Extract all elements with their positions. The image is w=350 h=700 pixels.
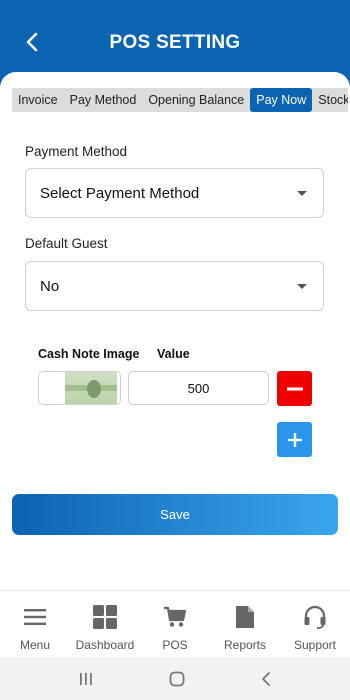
default-guest-value: No	[40, 277, 60, 295]
nav-menu[interactable]: Menu	[0, 591, 70, 657]
tab-stock-in[interactable]: Stock In	[312, 88, 348, 112]
remove-row-button[interactable]	[277, 371, 312, 406]
home-icon[interactable]	[169, 671, 185, 687]
tab-pay-method[interactable]: Pay Method	[64, 88, 143, 112]
nav-reports-label: Reports	[223, 638, 267, 652]
cash-note-image-header: Cash Note Image	[38, 347, 140, 361]
nav-menu-label: Menu	[19, 638, 51, 652]
nav-support[interactable]: Support	[280, 591, 350, 657]
nav-reports[interactable]: Reports	[210, 591, 280, 657]
save-button[interactable]: Save	[12, 494, 338, 535]
add-row-button[interactable]	[277, 422, 312, 457]
plus-icon	[287, 432, 302, 447]
nav-pos-label: POS	[162, 638, 188, 652]
value-header: Value	[157, 347, 190, 361]
dropdown-arrow-icon	[297, 284, 307, 289]
nav-dashboard-label: Dashboard	[75, 638, 135, 652]
currency-note-image	[65, 372, 117, 404]
default-guest-select[interactable]: No	[25, 261, 324, 311]
cash-note-image-picker[interactable]	[38, 371, 121, 405]
payment-method-label: Payment Method	[25, 144, 128, 159]
cart-icon	[164, 606, 187, 627]
bottom-nav: Menu Dashboard POS Reports Support	[0, 590, 350, 657]
minus-icon	[286, 387, 303, 390]
nav-pos[interactable]: POS	[140, 591, 210, 657]
headset-icon	[304, 605, 326, 629]
page-title: POS SETTING	[109, 32, 241, 53]
back-icon[interactable]	[260, 671, 272, 687]
nav-dashboard[interactable]: Dashboard	[70, 591, 140, 657]
tab-bar: Invoice Pay Method Opening Balance Pay N…	[12, 88, 348, 112]
nav-support-label: Support	[293, 638, 337, 652]
cash-note-value-input[interactable]: 500	[128, 371, 269, 405]
menu-icon	[24, 609, 46, 625]
tab-opening-balance[interactable]: Opening Balance	[142, 88, 250, 112]
recent-apps-icon[interactable]	[78, 672, 94, 686]
tab-pay-now[interactable]: Pay Now	[250, 88, 313, 112]
document-icon	[236, 606, 254, 628]
dashboard-icon	[93, 605, 117, 629]
payment-method-value: Select Payment Method	[40, 184, 200, 202]
default-guest-label: Default Guest	[25, 236, 108, 251]
tab-invoice[interactable]: Invoice	[12, 88, 64, 112]
dropdown-arrow-icon	[297, 191, 307, 196]
system-navigation-bar	[0, 657, 350, 700]
payment-method-select[interactable]: Select Payment Method	[25, 168, 324, 218]
